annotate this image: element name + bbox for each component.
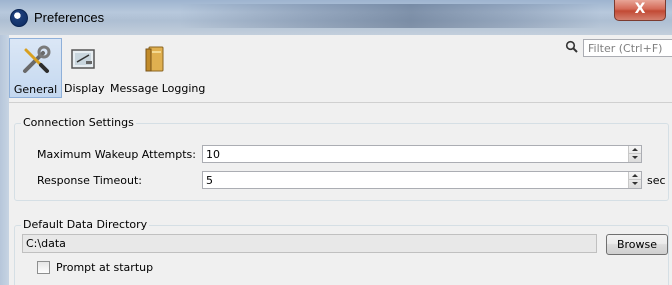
toolbar-item-display[interactable]: Display bbox=[64, 38, 105, 98]
toolbar-separator bbox=[9, 102, 672, 103]
window-title: Preferences bbox=[34, 10, 105, 25]
timeout-spin-buttons[interactable] bbox=[628, 172, 641, 188]
spin-down-icon[interactable] bbox=[629, 154, 641, 162]
wakeup-attempts-value: 10 bbox=[206, 148, 220, 161]
toolbar-item-general-label: General bbox=[13, 83, 58, 96]
window-frame-left bbox=[0, 35, 9, 285]
response-timeout-label: Response Timeout: bbox=[37, 174, 142, 187]
spin-down-icon[interactable] bbox=[629, 180, 641, 188]
preferences-content: General Display Message Logging Filter (… bbox=[9, 35, 672, 285]
prompt-at-startup-checkbox[interactable] bbox=[37, 261, 50, 274]
response-timeout-spinner[interactable]: 5 bbox=[202, 171, 642, 189]
toolbar-item-message-logging-label: Message Logging bbox=[110, 82, 206, 95]
spin-up-icon[interactable] bbox=[629, 146, 641, 154]
prompt-at-startup-label: Prompt at startup bbox=[56, 261, 154, 274]
search-icon bbox=[565, 40, 578, 53]
title-bar[interactable]: Preferences X bbox=[0, 0, 672, 35]
data-directory-field[interactable]: C:\data bbox=[22, 234, 597, 253]
wakeup-spin-buttons[interactable] bbox=[628, 146, 641, 162]
connection-settings-title: Connection Settings bbox=[21, 116, 136, 129]
toolbar-item-general[interactable]: General bbox=[9, 38, 62, 98]
timeout-unit-label: sec bbox=[647, 174, 666, 187]
display-icon bbox=[71, 49, 95, 69]
filter-box[interactable]: Filter (Ctrl+F) bbox=[565, 39, 672, 57]
tools-icon bbox=[22, 45, 50, 73]
wakeup-attempts-label: Maximum Wakeup Attempts: bbox=[37, 148, 196, 161]
response-timeout-value: 5 bbox=[206, 174, 213, 187]
toolbar-item-display-label: Display bbox=[64, 82, 105, 95]
browse-button[interactable]: Browse bbox=[606, 234, 668, 255]
app-logo-icon bbox=[10, 9, 28, 27]
toolbar-item-message-logging[interactable]: Message Logging bbox=[110, 38, 206, 98]
spin-up-icon[interactable] bbox=[629, 172, 641, 180]
data-directory-title: Default Data Directory bbox=[21, 218, 150, 231]
log-book-icon bbox=[145, 46, 164, 72]
wakeup-attempts-spinner[interactable]: 10 bbox=[202, 145, 642, 163]
filter-input[interactable]: Filter (Ctrl+F) bbox=[583, 39, 672, 57]
close-button[interactable]: X bbox=[614, 0, 666, 21]
